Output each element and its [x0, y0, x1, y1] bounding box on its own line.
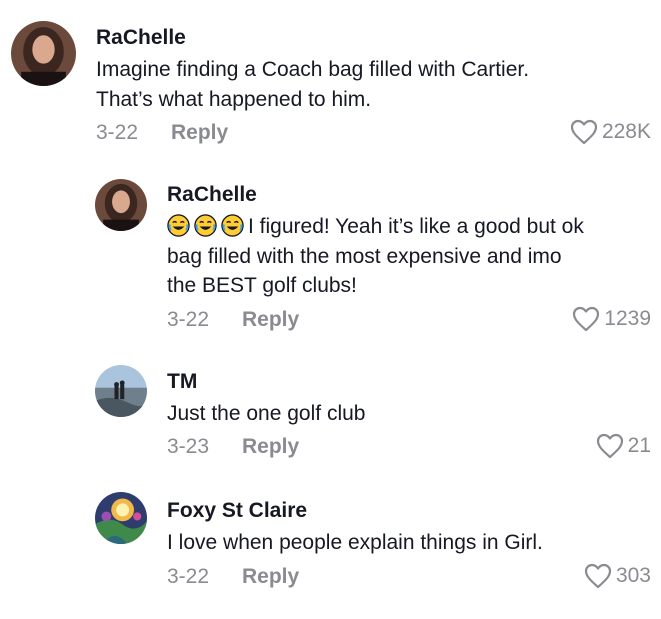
comment-username[interactable]: RaChelle [167, 183, 257, 207]
comment-text-line: I love when people explain things in Gir… [167, 531, 543, 554]
reply-comment-item: TM Just the one golf club 3-23 Reply 21 [0, 350, 661, 480]
like-button[interactable]: 21 [596, 433, 651, 459]
comment-date: 3-23 [167, 435, 210, 458]
like-count: 303 [615, 564, 651, 587]
face-with-tears-of-joy-icon [194, 214, 217, 237]
comment-date: 3-22 [167, 308, 210, 331]
comment-text-line: I figured! Yeah it’s like a good but ok [167, 212, 657, 242]
comment-item: RaChelle Imagine finding a Coach bag fil… [0, 0, 661, 160]
heart-icon [584, 563, 612, 589]
user-avatar-icon [95, 492, 147, 544]
user-avatar[interactable] [95, 365, 147, 417]
comment-username[interactable]: RaChelle [96, 26, 186, 50]
user-avatar[interactable] [95, 492, 147, 544]
reply-button[interactable]: Reply [242, 435, 299, 459]
face-with-tears-of-joy-icon [221, 214, 244, 237]
reply-button[interactable]: Reply [171, 121, 228, 145]
heart-icon [570, 119, 598, 145]
like-button[interactable]: 1239 [572, 306, 651, 332]
comment-date: 3-22 [167, 565, 210, 588]
like-button[interactable]: 303 [584, 563, 651, 589]
like-count: 228K [601, 120, 651, 143]
comment-text: I love when people explain things in Gir… [167, 528, 637, 558]
comment-text-line: That’s what happened to him. [96, 87, 372, 111]
reply-comment-item: RaChelle I figured! Yeah it’s like a goo… [0, 160, 661, 350]
comment-username[interactable]: Foxy St Claire [167, 499, 307, 523]
reply-comment-item: Foxy St Claire I love when people explai… [0, 480, 661, 619]
like-count: 21 [627, 434, 651, 457]
like-button[interactable]: 228K [570, 119, 651, 145]
comment-text-line: Just the one golf club [167, 402, 366, 425]
user-avatar-icon [95, 365, 147, 417]
comment-text-line: the BEST golf clubs! [167, 274, 357, 297]
reply-button[interactable]: Reply [242, 565, 299, 589]
comment-date: 3-22 [96, 121, 139, 144]
heart-icon [573, 306, 600, 332]
like-count: 1239 [604, 307, 651, 330]
reply-button[interactable]: Reply [242, 308, 299, 332]
comment-text-line: bag filled with the most expensive and i… [167, 244, 562, 268]
user-avatar-icon [95, 179, 147, 231]
comment-text: Just the one golf club [167, 399, 637, 429]
user-avatar[interactable] [11, 21, 76, 86]
heart-icon [596, 433, 623, 459]
comment-text-line: Imagine finding a Coach bag filled with … [96, 58, 530, 81]
comment-username[interactable]: TM [167, 370, 197, 394]
comment-text: I figured! Yeah it’s like a good but ok … [167, 212, 657, 301]
comment-text: Imagine finding a Coach bag filled with … [96, 55, 636, 114]
comment-text-span: I figured! Yeah it’s like a good but ok [248, 215, 584, 238]
face-with-tears-of-joy-icon [167, 214, 190, 237]
user-avatar-icon [11, 21, 76, 86]
user-avatar[interactable] [95, 179, 147, 231]
